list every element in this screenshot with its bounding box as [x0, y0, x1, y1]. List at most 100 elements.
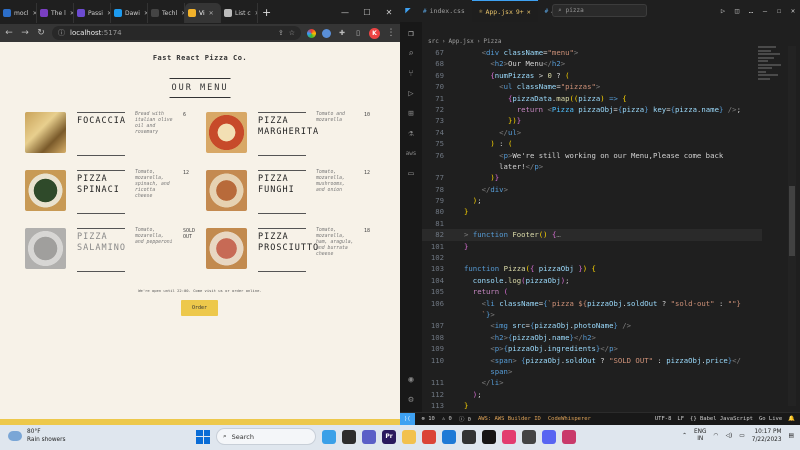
go-live-button[interactable]: Go Live: [759, 416, 782, 422]
share-icon[interactable]: ⇪: [278, 29, 284, 37]
browser-tab[interactable]: Vi ✕: [185, 3, 221, 23]
code-line: 104 console.log(pizzaObj);: [422, 275, 762, 286]
search-icon: ⌕: [558, 7, 562, 14]
code-line: span>: [422, 366, 762, 377]
figma-icon[interactable]: [522, 429, 536, 444]
close-icon[interactable]: ✕: [786, 7, 800, 15]
code-text: })}: [507, 116, 522, 126]
run-icon[interactable]: ▷: [716, 7, 730, 15]
account-icon[interactable]: ◉: [405, 374, 417, 386]
premiere-icon[interactable]: Pr: [382, 429, 396, 444]
notifications-bell-icon[interactable]: 🔔: [788, 416, 795, 422]
snipping-icon[interactable]: [562, 429, 576, 444]
tab-close-icon[interactable]: ✕: [209, 10, 214, 17]
explorer-icon[interactable]: [402, 429, 416, 444]
maximize-icon[interactable]: ☐: [356, 8, 378, 17]
code-editor[interactable]: 67 <div className="menu"> 68 <h2>Our Menu…: [422, 47, 762, 412]
extensions-icon[interactable]: ⊞: [405, 108, 417, 120]
breadcrumb-item[interactable]: Pizza: [483, 38, 501, 45]
eol-status[interactable]: LF: [677, 416, 684, 422]
back-icon[interactable]: ←: [4, 28, 14, 38]
editor-tab[interactable]: # index.css: [416, 0, 472, 22]
scrollbar-thumb[interactable]: [789, 186, 795, 256]
url-host: localhost: [70, 29, 102, 37]
battery-icon[interactable]: ▭: [739, 433, 744, 439]
sidepanel-icon[interactable]: ▯: [353, 29, 363, 37]
weather-widget[interactable]: 80°F Rain showers: [8, 428, 66, 444]
breadcrumb-item[interactable]: App.jsx: [448, 38, 473, 45]
extension-blue-icon[interactable]: [322, 28, 331, 38]
browser-tab[interactable]: Techl✕: [148, 3, 185, 23]
language-mode[interactable]: {} Babel JavaScript: [690, 416, 753, 422]
minimize-icon[interactable]: —: [758, 7, 772, 15]
settings-gear-icon[interactable]: ⚙: [405, 394, 417, 406]
address-bar[interactable]: ⓘ localhost:5174 ⇪ ☆: [52, 26, 301, 40]
minimize-icon[interactable]: —: [334, 8, 356, 17]
extension-color-icon[interactable]: [307, 28, 316, 38]
github-icon[interactable]: [482, 429, 496, 444]
aws-icon[interactable]: aws: [405, 148, 417, 160]
vscode-icon[interactable]: [442, 429, 456, 444]
errors-count[interactable]: ⊗ 10: [422, 416, 435, 422]
menu-heading: OUR MENU: [169, 78, 231, 98]
site-info-icon[interactable]: ⓘ: [58, 28, 65, 38]
files-icon[interactable]: [342, 429, 356, 444]
browser-tab[interactable]: Passi✕: [74, 3, 111, 23]
close-icon[interactable]: ✕: [378, 8, 400, 17]
tray-overflow-icon[interactable]: ⌃: [682, 433, 687, 439]
browser-tab[interactable]: mocl✕: [0, 3, 37, 23]
bookmark-star-icon[interactable]: ☆: [289, 29, 295, 37]
clock[interactable]: 10:17 PM 7/22/2023: [752, 428, 782, 444]
command-center-search[interactable]: ⌕ pizza: [552, 4, 647, 17]
reload-icon[interactable]: ↻: [36, 28, 46, 38]
search-icon[interactable]: ⌕: [405, 48, 417, 60]
intellij-icon[interactable]: [502, 429, 516, 444]
copilot-icon[interactable]: [322, 429, 336, 444]
encoding-status[interactable]: UTF-8: [655, 416, 672, 422]
explorer-icon[interactable]: ❐: [405, 28, 417, 40]
discord-icon[interactable]: [542, 429, 556, 444]
windows-start-icon[interactable]: [196, 429, 210, 444]
wifi-icon[interactable]: ◠: [714, 433, 719, 439]
breadcrumb-item[interactable]: src: [428, 38, 439, 45]
profile-avatar[interactable]: K: [369, 27, 380, 39]
menu-kebab-icon[interactable]: ⋮: [386, 28, 396, 38]
run-debug-icon[interactable]: ▷: [405, 88, 417, 100]
testing-icon[interactable]: ⚗: [405, 128, 417, 140]
app-dark-icon[interactable]: [462, 429, 476, 444]
info-count[interactable]: ⓘ 0: [459, 415, 471, 423]
remote-explorer-icon[interactable]: ▭: [405, 168, 417, 180]
split-editor-icon[interactable]: ◫: [730, 7, 744, 15]
maximize-icon[interactable]: ☐: [772, 7, 786, 15]
browser-tab[interactable]: List c✕: [221, 3, 258, 23]
pizza-ingredients: Tomato and mozarella: [316, 112, 345, 123]
warnings-count[interactable]: ⚠ 0: [442, 416, 452, 422]
codewhisperer-status[interactable]: CodeWhisperer: [548, 416, 591, 422]
notification-center-icon[interactable]: ▤: [789, 433, 794, 439]
source-control-icon[interactable]: ⑂: [405, 68, 417, 80]
browser-tab[interactable]: The l✕: [37, 3, 74, 23]
more-actions-icon[interactable]: …: [744, 7, 758, 15]
pizza-name: PIZZA FUNGHI: [258, 174, 295, 195]
volume-icon[interactable]: ◁): [726, 433, 733, 439]
editor-tab[interactable]: ⚛ App.jsx 9+ ✕: [471, 0, 538, 22]
language-indicator[interactable]: ENG IN: [694, 429, 707, 443]
aws-connection[interactable]: AWS: AWS Builder ID: [478, 416, 541, 422]
chrome-icon[interactable]: [422, 429, 436, 444]
order-button[interactable]: Order: [181, 300, 218, 316]
code-line: 110 <span> {pizzaObj.soldOut ? "SOLD OUT…: [422, 355, 762, 366]
pizza-price: 12: [183, 170, 190, 176]
minimap[interactable]: [758, 46, 784, 106]
editor-scrollbar[interactable]: [788, 46, 796, 406]
browser-tab[interactable]: Dawi✕: [111, 3, 148, 23]
tab-close-icon[interactable]: ✕: [527, 8, 531, 16]
taskbar-search[interactable]: ⌕ Search: [216, 428, 316, 445]
extensions-puzzle-icon[interactable]: ✚: [337, 29, 347, 37]
meet-icon[interactable]: [362, 429, 376, 444]
line-number: 107: [430, 321, 444, 331]
code-line: 75 ) : (: [422, 138, 762, 149]
pizza-photo: [206, 112, 247, 153]
remote-indicator-icon[interactable]: ⟩⟨: [400, 413, 415, 425]
new-tab-icon[interactable]: +: [258, 6, 275, 19]
forward-icon[interactable]: →: [20, 28, 30, 38]
